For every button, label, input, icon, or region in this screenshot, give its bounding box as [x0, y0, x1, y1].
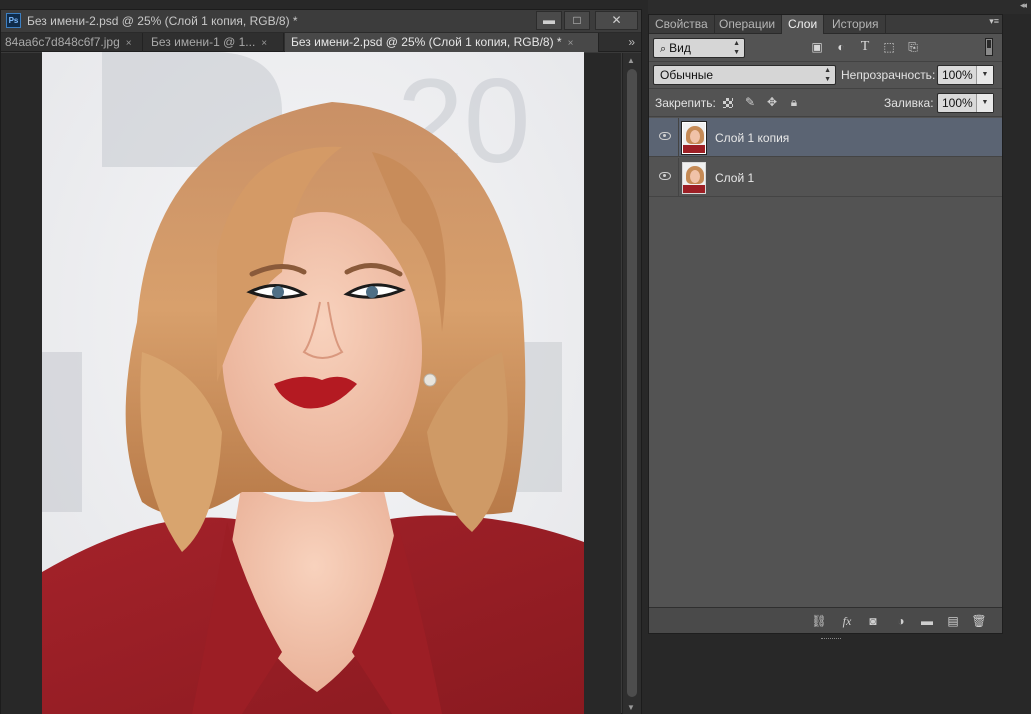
panel-dock-header: ◂◂ [648, 0, 1031, 14]
tab-overflow-chevron-icon[interactable]: » [628, 33, 635, 52]
blend-mode-dropdown[interactable]: Обычные ▲ ▼ [653, 65, 836, 85]
window-title: Без имени-2.psd @ 25% (Слой 1 копия, RGB… [27, 14, 298, 28]
filter-adjustment-icon[interactable]: ◐ [833, 39, 849, 55]
new-group-folder-icon[interactable]: ▬ [919, 613, 935, 629]
doc-tab-untitled-2-active[interactable]: Без имени-2.psd @ 25% (Слой 1 копия, RGB… [285, 33, 599, 52]
fill-dropdown-icon[interactable]: ▼ [976, 94, 993, 112]
lock-label: Закрепить: [655, 96, 716, 110]
fill-value: 100% [942, 96, 973, 110]
document-tab-bar: 84aa6c7d848c6f7.jpg × Без имени-1 @ 1... ×… [1, 33, 641, 52]
layer-name[interactable]: Слой 1 [715, 171, 754, 185]
search-icon: ⌕ [660, 43, 667, 55]
dropdown-arrows-icon: ▲ ▼ [824, 67, 831, 83]
dropdown-arrows-icon: ▲ ▼ [733, 40, 740, 56]
close-tab-icon[interactable]: × [261, 38, 267, 49]
panel-menu-icon[interactable]: ▾≡ [989, 16, 999, 27]
doc-tab-untitled-1[interactable]: Без имени-1 @ 1... × [145, 33, 284, 52]
eye-visibility-icon[interactable] [659, 172, 671, 180]
portrait-illustration: 20 [42, 52, 584, 714]
layers-panel: Свойства Операции Слои История ▾≡ ⌕ Вид ▲… [648, 14, 1003, 639]
vertical-scrollbar[interactable]: ▲ ▼ [622, 53, 641, 714]
opacity-field[interactable]: 100% ▼ [937, 65, 994, 85]
tab-layers[interactable]: Слои [782, 15, 825, 34]
filter-pixel-image-icon[interactable]: ▣ [809, 39, 825, 55]
doc-tab-label: Без имени-1 @ 1... [151, 35, 256, 49]
canvas-image-portrait[interactable]: 20 [42, 52, 584, 714]
window-titlebar[interactable]: Ps Без имени-2.psd @ 25% (Слой 1 копия, … [1, 10, 641, 33]
resize-grip[interactable] [821, 638, 841, 641]
add-mask-icon[interactable]: ◙ [865, 613, 881, 629]
filter-shape-icon[interactable]: ⬚ [881, 39, 897, 55]
scroll-thumb[interactable] [627, 69, 637, 697]
new-adjustment-icon[interactable]: ◑ [893, 613, 909, 629]
divider [678, 118, 679, 157]
filter-kind-dropdown[interactable]: ⌕ Вид ▲ ▼ [653, 38, 745, 58]
tab-properties[interactable]: Свойства [649, 15, 715, 34]
lock-paint-brush-icon[interactable]: ✎ [743, 95, 757, 109]
collapse-panels-icon[interactable]: ◂◂ [1020, 0, 1027, 11]
scroll-down-icon[interactable]: ▼ [627, 703, 635, 712]
trash-icon[interactable]: 🗑︎ [971, 613, 987, 629]
lock-position-move-icon[interactable]: ✥ [765, 95, 779, 109]
maximize-button[interactable]: □ [564, 11, 590, 30]
doc-tab-jpg[interactable]: 84aa6c7d848c6f7.jpg × [0, 33, 143, 52]
filter-toggle-switch[interactable] [985, 38, 993, 56]
panel-tab-bar: Свойства Операции Слои История ▾≡ [649, 15, 1002, 34]
close-window-button[interactable]: ✕ [595, 11, 638, 30]
layer-name[interactable]: Слой 1 копия [715, 131, 789, 145]
layer-thumbnail[interactable] [681, 121, 707, 155]
divider [678, 158, 679, 197]
layer-filter-row: ⌕ Вид ▲ ▼ ▣ ◐ T ⬚ ⎘ [649, 34, 1002, 62]
tab-actions[interactable]: Операции [713, 15, 783, 34]
opacity-value: 100% [942, 68, 973, 82]
fill-label: Заливка: [884, 96, 934, 110]
doc-tab-label: Без имени-2.psd @ 25% (Слой 1 копия, RGB… [291, 35, 562, 49]
new-layer-icon[interactable]: ▤ [945, 613, 961, 629]
minimize-button[interactable]: ▬ [536, 11, 562, 30]
tab-history[interactable]: История [826, 15, 886, 34]
filter-smart-object-icon[interactable]: ⎘ [905, 39, 921, 55]
eye-visibility-icon[interactable] [659, 132, 671, 140]
blend-mode-value: Обычные [660, 68, 714, 82]
lock-transparency-icon[interactable] [723, 98, 733, 108]
opacity-dropdown-icon[interactable]: ▼ [976, 66, 993, 84]
doc-tab-label: 84aa6c7d848c6f7.jpg [5, 35, 120, 49]
filter-kind-label: Вид [669, 41, 691, 55]
fill-field[interactable]: 100% ▼ [937, 93, 994, 113]
layer-row-selected[interactable]: Слой 1 копия [649, 118, 1002, 157]
layers-panel-footer: ⛓ fx ◙ ◑ ▬ ▤ 🗑︎ [649, 607, 1002, 639]
photoshop-logo-icon: Ps [6, 13, 21, 28]
lock-all-padlock-icon[interactable]: 🔒︎ [787, 95, 801, 109]
layer-thumbnail[interactable] [682, 162, 706, 194]
blend-opacity-row: Обычные ▲ ▼ Непрозрачность: 100% ▼ [649, 62, 1002, 89]
opacity-label: Непрозрачность: [841, 68, 936, 82]
scroll-up-icon[interactable]: ▲ [627, 56, 635, 65]
link-layers-icon[interactable]: ⛓ [811, 613, 827, 629]
fx-icon[interactable]: fx [839, 613, 855, 629]
filter-type-icon[interactable]: T [857, 39, 873, 55]
layer-row[interactable]: Слой 1 [649, 158, 1002, 197]
close-tab-icon[interactable]: × [568, 38, 574, 49]
close-tab-icon[interactable]: × [126, 38, 132, 49]
lock-fill-row: Закрепить: ✎ ✥ 🔒︎ Заливка: 100% ▼ [649, 89, 1002, 117]
